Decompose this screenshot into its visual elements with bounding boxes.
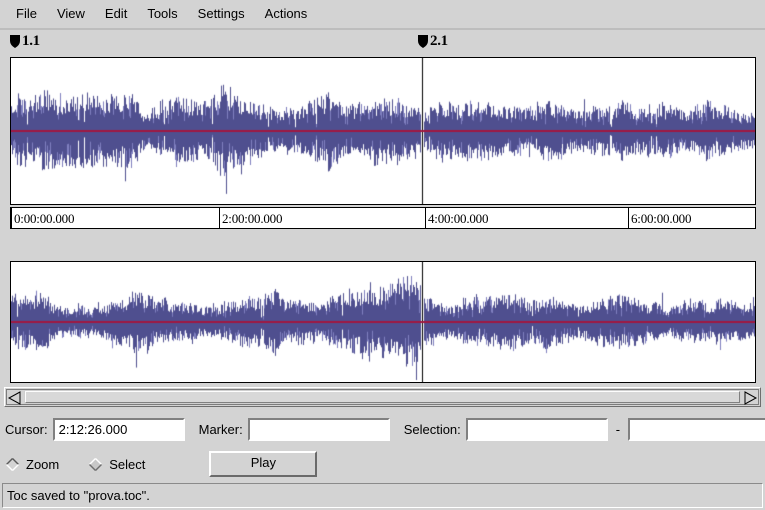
scroll-left-arrow-icon[interactable] [7, 390, 24, 404]
marker-label: Marker: [199, 422, 243, 437]
select-mode-radio[interactable]: Select [89, 457, 145, 472]
track-marker[interactable]: 2.1 [418, 34, 448, 49]
horizontal-scrollbar[interactable] [4, 387, 761, 407]
ruler-label: 4:00:00.000 [428, 211, 488, 227]
audio-editor-window: File View Edit Tools Settings Actions 1.… [0, 0, 765, 510]
select-mode-label: Select [109, 457, 145, 472]
ruler-tick [425, 208, 426, 228]
selection-separator: - [616, 422, 620, 437]
cursor-input[interactable] [53, 418, 185, 441]
track-flag-icon [10, 35, 21, 49]
track-marker[interactable]: 1.1 [10, 34, 40, 49]
ruler-label: 2:00:00.000 [222, 211, 282, 227]
editor-area: 1.1 2.1 0:00:00.000 2:00:00.000 4:00:00.00… [0, 31, 765, 510]
radio-diamond-icon [89, 458, 102, 471]
time-fields-row: Cursor: Marker: Selection: - [0, 413, 765, 445]
track-flag-icon [418, 35, 429, 49]
radio-diamond-selected-icon [6, 458, 19, 471]
waveform-bottom-panel[interactable] [10, 261, 756, 383]
marker-input[interactable] [248, 418, 390, 441]
status-bar: Toc saved to "prova.toc". [2, 483, 763, 508]
track-marker-label: 2.1 [430, 34, 448, 49]
menu-tools[interactable]: Tools [137, 3, 187, 25]
track-marker-label: 1.1 [22, 34, 40, 49]
scrollbar-trough[interactable] [6, 389, 759, 405]
status-message: Toc saved to "prova.toc". [7, 488, 150, 503]
waveform-top-canvas[interactable] [11, 58, 755, 204]
ruler-tick [628, 208, 629, 228]
time-ruler[interactable]: 0:00:00.000 2:00:00.000 4:00:00.000 6:00:00… [10, 207, 756, 229]
ruler-label: 6:00:00.000 [631, 211, 691, 227]
ruler-tick [11, 208, 12, 228]
waveform-bottom-canvas[interactable] [11, 262, 755, 382]
menu-file[interactable]: File [6, 3, 47, 25]
menu-actions[interactable]: Actions [255, 3, 318, 25]
scrollbar-thumb[interactable] [25, 391, 740, 403]
cursor-label: Cursor: [5, 422, 48, 437]
menu-bar: File View Edit Tools Settings Actions [0, 0, 765, 29]
zoom-mode-label: Zoom [26, 457, 59, 472]
play-button[interactable]: Play [209, 451, 317, 477]
menu-view[interactable]: View [47, 3, 95, 25]
menu-edit[interactable]: Edit [95, 3, 137, 25]
selection-end-input[interactable] [628, 418, 765, 441]
menu-settings[interactable]: Settings [188, 3, 255, 25]
waveform-top-panel[interactable] [10, 57, 756, 205]
zoom-mode-radio[interactable]: Zoom [6, 457, 59, 472]
ruler-label: 0:00:00.000 [14, 211, 74, 227]
mode-row: Zoom Select Play [0, 447, 765, 481]
selection-start-input[interactable] [466, 418, 608, 441]
ruler-tick [219, 208, 220, 228]
selection-label: Selection: [404, 422, 461, 437]
track-marker-strip: 1.1 2.1 [0, 31, 765, 57]
scroll-right-arrow-icon[interactable] [741, 390, 758, 404]
